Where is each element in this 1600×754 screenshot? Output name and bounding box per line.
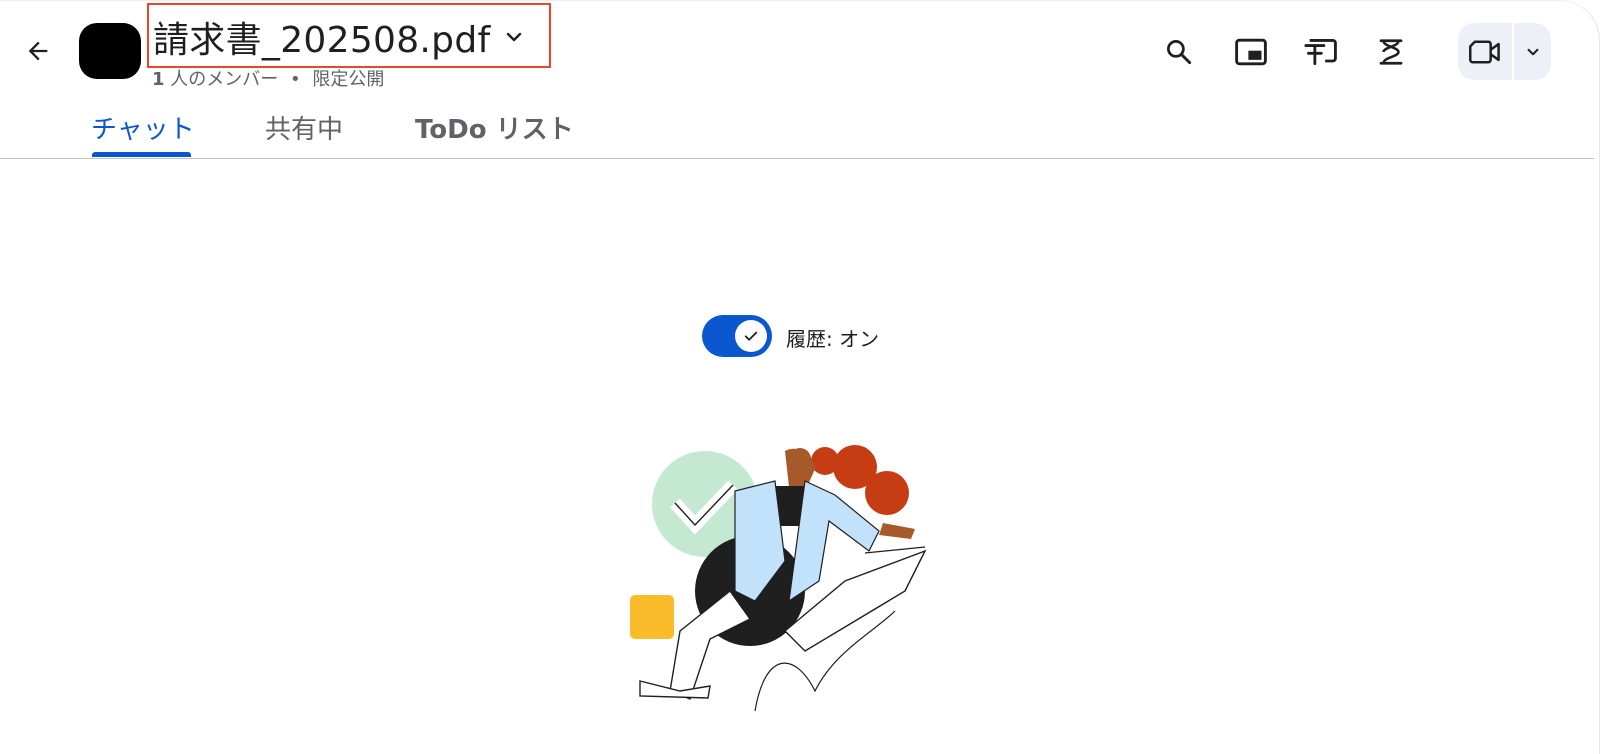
pin-button[interactable] — [1302, 34, 1338, 70]
history-label: 履歴: オン — [786, 327, 880, 351]
back-button[interactable] — [22, 35, 54, 67]
empty-state-illustration — [630, 445, 927, 712]
tab-shared[interactable]: 共有中 — [265, 109, 343, 157]
member-label: 人のメンバー — [170, 69, 279, 90]
integrations-button[interactable] — [1373, 34, 1409, 70]
video-camera-icon — [1469, 40, 1500, 63]
tabs-divider — [0, 158, 1594, 159]
pin-icon — [1304, 39, 1337, 65]
toggle-knob — [735, 320, 767, 352]
space-title: 請求書_202508.pdf — [153, 20, 491, 61]
tab-todo[interactable]: ToDo リスト — [415, 109, 574, 157]
space-title-button[interactable]: 請求書_202508.pdf — [153, 13, 526, 61]
picture-in-picture-icon — [1235, 38, 1267, 66]
hourglass-icon — [1379, 39, 1403, 65]
chevron-down-icon — [507, 32, 522, 42]
avatar — [79, 23, 141, 79]
active-tab-indicator — [92, 152, 191, 157]
video-call-dropdown[interactable] — [1514, 23, 1551, 80]
chevron-down-icon — [1527, 48, 1538, 55]
space-subtitle: 1 人のメンバー • 限定公開 — [152, 65, 384, 91]
video-call-group — [1458, 23, 1551, 80]
subtitle-separator: • — [290, 69, 301, 90]
visibility-label: 限定公開 — [312, 69, 385, 90]
search-button[interactable] — [1161, 34, 1197, 70]
member-count: 1 — [152, 69, 165, 90]
video-call-button[interactable] — [1458, 23, 1514, 80]
tab-chat[interactable]: チャット — [91, 109, 195, 157]
arrow-back-icon — [28, 41, 48, 61]
check-icon — [744, 331, 758, 341]
chat-window: 請求書_202508.pdf 1 人のメンバー • 限定公開 チャット 共有中 … — [0, 0, 1600, 754]
history-toggle[interactable] — [702, 315, 772, 357]
search-icon — [1167, 40, 1192, 65]
picture-in-picture-button[interactable] — [1233, 34, 1269, 70]
